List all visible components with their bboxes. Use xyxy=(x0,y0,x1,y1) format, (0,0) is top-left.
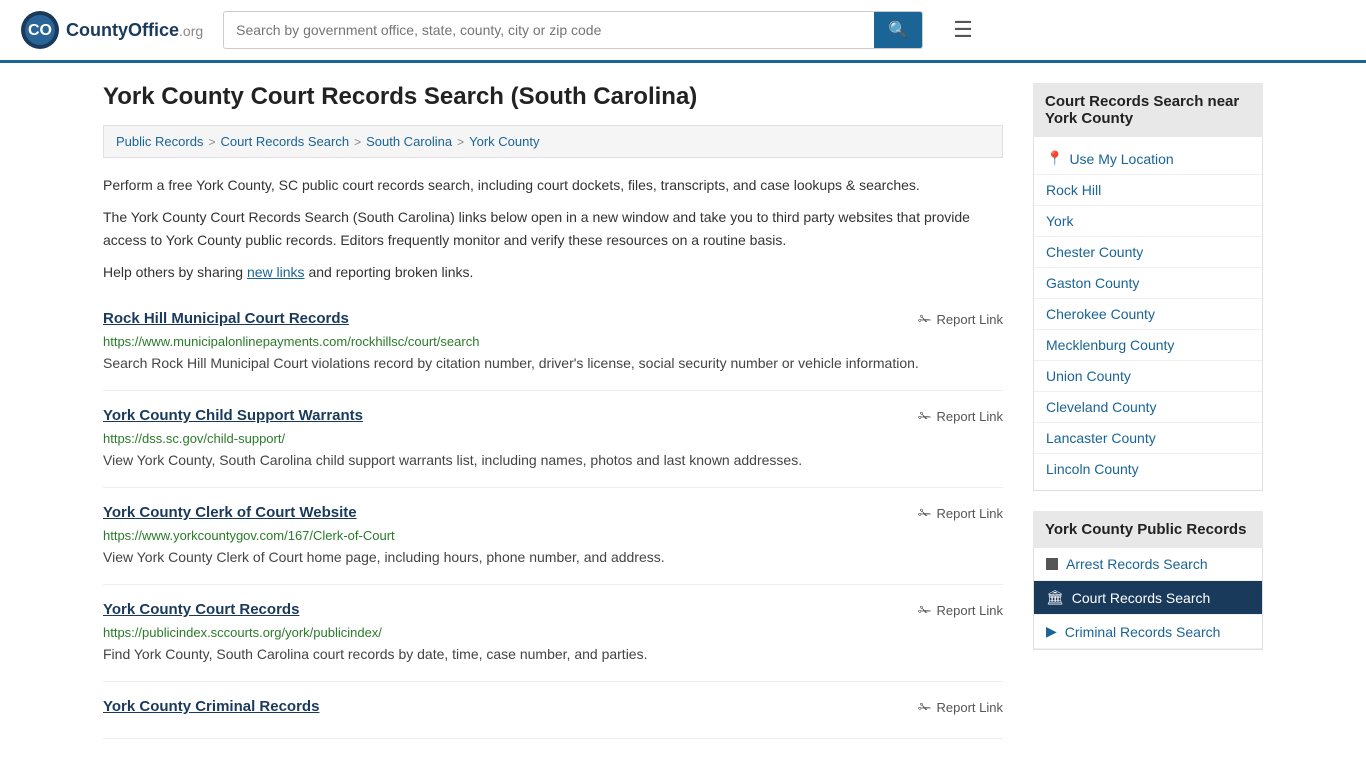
report-link-4[interactable]: ✁ Report Link xyxy=(918,601,1003,621)
public-records-list: Arrest Records Search 🏛 Court Records Se… xyxy=(1033,548,1263,650)
sidebar-nearby-header: Court Records Search near York County xyxy=(1033,83,1263,137)
sidebar-public-records-header: York County Public Records xyxy=(1033,511,1263,548)
record-header-5: York County Criminal Records ✁ Report Li… xyxy=(103,698,1003,718)
records-list: Rock Hill Municipal Court Records ✁ Repo… xyxy=(103,294,1003,739)
record-header-3: York County Clerk of Court Website ✁ Rep… xyxy=(103,504,1003,524)
scissors-icon-5: ✁ xyxy=(918,698,931,718)
arrest-records-icon xyxy=(1046,558,1058,570)
report-link-2[interactable]: ✁ Report Link xyxy=(918,407,1003,427)
record-title-4[interactable]: York County Court Records xyxy=(103,601,299,618)
scissors-icon-2: ✁ xyxy=(918,407,931,427)
public-records-section: York County Public Records Arrest Record… xyxy=(1033,511,1263,650)
breadcrumb-york-county[interactable]: York County xyxy=(469,134,539,149)
logo-area: CO CountyOffice.org xyxy=(20,10,203,50)
scissors-icon-1: ✁ xyxy=(918,310,931,330)
sidebar-nearby-links: 📍 Use My Location Rock Hill York Chester… xyxy=(1033,137,1263,491)
report-label-5: Report Link xyxy=(937,700,1003,715)
pub-rec-arrest-records[interactable]: Arrest Records Search xyxy=(1034,548,1262,581)
description-3: Help others by sharing new links and rep… xyxy=(103,261,1003,283)
use-my-location[interactable]: 📍 Use My Location xyxy=(1034,143,1262,175)
description-3-post: and reporting broken links. xyxy=(305,264,474,280)
scissors-icon-4: ✁ xyxy=(918,601,931,621)
logo-text: CountyOffice.org xyxy=(66,20,203,41)
sidebar-link-york[interactable]: York xyxy=(1034,206,1262,237)
sidebar-link-cherokee-county[interactable]: Cherokee County xyxy=(1034,299,1262,330)
record-title-1[interactable]: Rock Hill Municipal Court Records xyxy=(103,310,349,327)
report-label-1: Report Link xyxy=(937,312,1003,327)
record-title-3[interactable]: York County Clerk of Court Website xyxy=(103,504,357,521)
scissors-icon-3: ✁ xyxy=(918,504,931,524)
record-item-3: York County Clerk of Court Website ✁ Rep… xyxy=(103,488,1003,585)
breadcrumb-sep-3: > xyxy=(457,135,464,149)
criminal-records-label: Criminal Records Search xyxy=(1065,624,1221,640)
court-records-label: Court Records Search xyxy=(1072,590,1211,606)
record-desc-3: View York County Clerk of Court home pag… xyxy=(103,547,1003,568)
record-title-2[interactable]: York County Child Support Warrants xyxy=(103,407,363,424)
menu-button[interactable]: ☰ xyxy=(953,17,973,43)
record-item-5: York County Criminal Records ✁ Report Li… xyxy=(103,682,1003,739)
report-label-2: Report Link xyxy=(937,409,1003,424)
record-url-4[interactable]: https://publicindex.sccourts.org/york/pu… xyxy=(103,625,1003,640)
record-item-1: Rock Hill Municipal Court Records ✁ Repo… xyxy=(103,294,1003,391)
pin-icon: 📍 xyxy=(1046,150,1063,167)
breadcrumb-court-records-search[interactable]: Court Records Search xyxy=(220,134,349,149)
breadcrumb-sep-2: > xyxy=(354,135,361,149)
pub-rec-criminal-records[interactable]: ▶ Criminal Records Search xyxy=(1034,615,1262,649)
breadcrumb-public-records[interactable]: Public Records xyxy=(116,134,203,149)
record-item-4: York County Court Records ✁ Report Link … xyxy=(103,585,1003,682)
sidebar-link-mecklenburg-county[interactable]: Mecklenburg County xyxy=(1034,330,1262,361)
sidebar-link-union-county[interactable]: Union County xyxy=(1034,361,1262,392)
record-desc-1: Search Rock Hill Municipal Court violati… xyxy=(103,353,1003,374)
page-title: York County Court Records Search (South … xyxy=(103,83,1003,111)
svg-text:CO: CO xyxy=(28,22,52,39)
record-url-1[interactable]: https://www.municipalonlinepayments.com/… xyxy=(103,334,1003,349)
breadcrumb: Public Records > Court Records Search > … xyxy=(103,125,1003,158)
main-container: York County Court Records Search (South … xyxy=(83,63,1283,759)
new-links-link[interactable]: new links xyxy=(247,264,305,280)
sidebar-link-chester-county[interactable]: Chester County xyxy=(1034,237,1262,268)
site-header: CO CountyOffice.org 🔍 ☰ xyxy=(0,0,1366,63)
breadcrumb-sep-1: > xyxy=(208,135,215,149)
pub-rec-court-records[interactable]: 🏛 Court Records Search xyxy=(1034,581,1262,615)
search-button[interactable]: 🔍 xyxy=(874,12,922,48)
report-label-3: Report Link xyxy=(937,506,1003,521)
report-link-5[interactable]: ✁ Report Link xyxy=(918,698,1003,718)
sidebar-link-gaston-county[interactable]: Gaston County xyxy=(1034,268,1262,299)
record-header-4: York County Court Records ✁ Report Link xyxy=(103,601,1003,621)
sidebar-link-lincoln-county[interactable]: Lincoln County xyxy=(1034,454,1262,484)
logo-icon: CO xyxy=(20,10,60,50)
record-url-3[interactable]: https://www.yorkcountygov.com/167/Clerk-… xyxy=(103,528,1003,543)
record-header-1: Rock Hill Municipal Court Records ✁ Repo… xyxy=(103,310,1003,330)
sidebar-link-cleveland-county[interactable]: Cleveland County xyxy=(1034,392,1262,423)
record-item-2: York County Child Support Warrants ✁ Rep… xyxy=(103,391,1003,488)
description-3-pre: Help others by sharing xyxy=(103,264,247,280)
record-desc-4: Find York County, South Carolina court r… xyxy=(103,644,1003,665)
report-label-4: Report Link xyxy=(937,603,1003,618)
report-link-3[interactable]: ✁ Report Link xyxy=(918,504,1003,524)
court-records-icon: 🏛 xyxy=(1046,589,1064,606)
record-title-5[interactable]: York County Criminal Records xyxy=(103,698,319,715)
record-url-2[interactable]: https://dss.sc.gov/child-support/ xyxy=(103,431,1003,446)
content-area: York County Court Records Search (South … xyxy=(103,83,1003,739)
sidebar: Court Records Search near York County 📍 … xyxy=(1033,83,1263,739)
report-link-1[interactable]: ✁ Report Link xyxy=(918,310,1003,330)
sidebar-link-lancaster-county[interactable]: Lancaster County xyxy=(1034,423,1262,454)
use-my-location-label: Use My Location xyxy=(1069,151,1173,167)
description-2: The York County Court Records Search (So… xyxy=(103,206,1003,251)
breadcrumb-south-carolina[interactable]: South Carolina xyxy=(366,134,452,149)
record-header-2: York County Child Support Warrants ✁ Rep… xyxy=(103,407,1003,427)
arrest-records-label: Arrest Records Search xyxy=(1066,556,1208,572)
record-desc-2: View York County, South Carolina child s… xyxy=(103,450,1003,471)
description-1: Perform a free York County, SC public co… xyxy=(103,174,1003,196)
search-bar: 🔍 xyxy=(223,11,923,49)
sidebar-link-rock-hill[interactable]: Rock Hill xyxy=(1034,175,1262,206)
criminal-records-icon: ▶ xyxy=(1046,623,1057,640)
search-input[interactable] xyxy=(224,14,874,46)
